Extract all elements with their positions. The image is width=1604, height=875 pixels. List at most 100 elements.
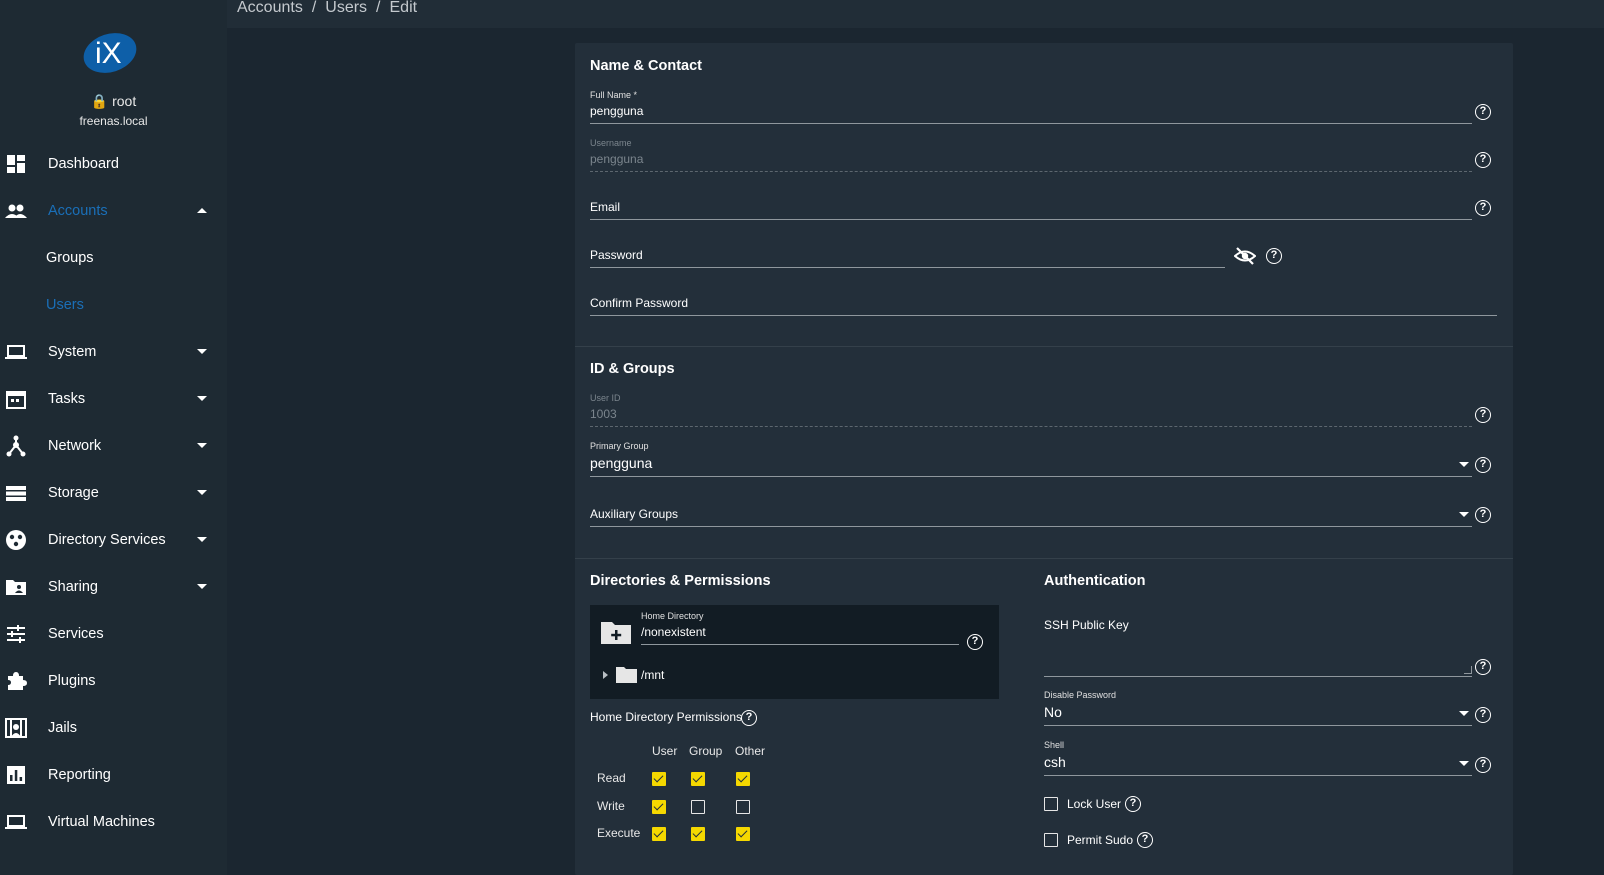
checkbox-read-user[interactable] <box>652 772 666 786</box>
sidebar-item-directory-services[interactable]: Directory Services <box>0 517 227 563</box>
confirm-password-field[interactable]: Confirm Password <box>590 282 1500 316</box>
help-icon[interactable]: ? <box>1475 152 1491 168</box>
perm-col-user: User <box>652 744 678 758</box>
chevron-down-icon <box>1459 512 1469 517</box>
checkbox-read-other[interactable] <box>736 772 750 786</box>
field-value: 1003 <box>590 407 617 421</box>
help-icon[interactable]: ? <box>1137 832 1153 848</box>
breadcrumb-accounts[interactable]: Accounts <box>237 0 303 17</box>
shell-select[interactable]: Shell csh ? <box>1044 740 1494 776</box>
sidebar-item-reporting[interactable]: Reporting <box>0 752 227 798</box>
help-icon[interactable]: ? <box>741 710 757 726</box>
help-icon[interactable]: ? <box>1475 200 1491 216</box>
primary-group-select[interactable]: Primary Group pengguna ? <box>590 441 1491 477</box>
sidebar-item-jails[interactable]: Jails <box>0 705 227 751</box>
bar-chart-icon <box>7 766 25 784</box>
sidebar-item-label: Jails <box>48 720 78 736</box>
sidebar-item-storage[interactable]: Storage <box>0 470 227 516</box>
home-directory-field[interactable]: Home Directory /nonexistent <box>641 611 961 645</box>
field-underline <box>1044 775 1472 776</box>
sidebar-item-groups[interactable]: Groups <box>0 235 227 281</box>
ssh-public-key-field[interactable]: SSH Public Key ? <box>1044 617 1494 677</box>
breadcrumb-users[interactable]: Users <box>325 0 367 17</box>
field-underline <box>590 476 1472 477</box>
sidebar-item-accounts[interactable]: Accounts <box>0 188 227 234</box>
sidebar-item-virtual-machines[interactable]: Virtual Machines <box>0 799 227 845</box>
checkbox-write-other[interactable] <box>736 800 750 814</box>
help-icon[interactable]: ? <box>967 634 983 650</box>
help-icon[interactable]: ? <box>1475 707 1491 723</box>
chevron-down-icon <box>197 443 207 448</box>
resize-handle-icon[interactable] <box>1464 666 1472 674</box>
field-label: Full Name * <box>590 90 638 100</box>
checkbox-write-group[interactable] <box>691 800 705 814</box>
help-icon[interactable]: ? <box>1475 104 1491 120</box>
people-icon <box>5 204 27 218</box>
chevron-down-icon <box>197 537 207 542</box>
network-icon <box>6 435 26 457</box>
sidebar-item-label: Plugins <box>48 673 96 689</box>
eye-off-icon[interactable] <box>1234 247 1256 265</box>
perm-row-read: Read <box>597 771 626 785</box>
sidebar-item-label: Virtual Machines <box>48 814 155 830</box>
sidebar-item-tasks[interactable]: Tasks <box>0 376 227 422</box>
chevron-down-icon <box>1459 711 1469 716</box>
checkbox-write-user[interactable] <box>652 800 666 814</box>
current-user: 🔒 root <box>90 93 137 109</box>
username-field: Username pengguna ? <box>590 138 1491 172</box>
lock-user-checkbox[interactable] <box>1044 797 1058 811</box>
folder-icon <box>616 667 637 683</box>
help-icon[interactable]: ? <box>1266 248 1282 264</box>
ix-logo: iX <box>83 33 137 73</box>
perm-row-execute: Execute <box>597 826 641 840</box>
field-label: Password <box>590 248 643 262</box>
calendar-icon <box>6 391 26 409</box>
sidebar-item-plugins[interactable]: Plugins <box>0 658 227 704</box>
sidebar-item-users[interactable]: Users <box>0 282 227 328</box>
disable-password-select[interactable]: Disable Password No ? <box>1044 690 1494 726</box>
field-underline <box>1044 725 1472 726</box>
sidebar-item-dashboard[interactable]: Dashboard <box>0 141 227 187</box>
sidebar-item-label: Tasks <box>48 391 86 407</box>
storage-icon <box>6 486 26 501</box>
field-label: Primary Group <box>590 441 649 451</box>
help-icon[interactable]: ? <box>1475 659 1491 675</box>
checkbox-read-group[interactable] <box>691 772 705 786</box>
sidebar-item-network[interactable]: Network <box>0 423 227 469</box>
folder-add-icon[interactable] <box>601 620 631 644</box>
checkbox-execute-other[interactable] <box>736 827 750 841</box>
lock-user-label: Lock User <box>1067 797 1122 811</box>
password-field[interactable]: Password ? <box>590 234 1290 268</box>
sidebar-item-label: Services <box>48 626 104 642</box>
directory-services-icon <box>6 530 26 550</box>
help-icon[interactable]: ? <box>1475 757 1491 773</box>
permit-sudo-checkbox[interactable] <box>1044 833 1058 847</box>
help-icon[interactable]: ? <box>1125 796 1141 812</box>
sidebar-item-label: Accounts <box>48 203 108 219</box>
perm-col-group: Group <box>689 744 723 758</box>
sidebar-item-label: Groups <box>46 250 94 266</box>
lock-icon: 🔒 <box>90 93 109 109</box>
auxiliary-groups-select[interactable]: Auxiliary Groups ? <box>590 491 1491 527</box>
chevron-down-icon <box>1459 462 1469 467</box>
help-icon[interactable]: ? <box>1475 507 1491 523</box>
help-icon[interactable]: ? <box>1475 407 1491 423</box>
expand-arrow-icon[interactable] <box>603 671 608 679</box>
help-icon[interactable]: ? <box>1475 457 1491 473</box>
field-value: pengguna <box>590 104 644 118</box>
computer-icon <box>5 815 27 829</box>
chevron-down-icon <box>197 490 207 495</box>
email-field[interactable]: Email ? <box>590 186 1491 220</box>
field-value: /nonexistent <box>641 625 706 639</box>
field-value: No <box>1044 704 1062 720</box>
tree-item-mnt[interactable]: /mnt <box>641 668 664 682</box>
sidebar-item-sharing[interactable]: Sharing <box>0 564 227 610</box>
sidebar-item-services[interactable]: Services <box>0 611 227 657</box>
folder-shared-icon <box>6 580 26 595</box>
breadcrumb-separator: / <box>376 0 381 16</box>
checkbox-execute-user[interactable] <box>652 827 666 841</box>
full-name-field[interactable]: Full Name * pengguna ? <box>590 90 1491 124</box>
sidebar-item-system[interactable]: System <box>0 329 227 375</box>
checkbox-execute-group[interactable] <box>691 827 705 841</box>
field-underline <box>590 171 1472 172</box>
